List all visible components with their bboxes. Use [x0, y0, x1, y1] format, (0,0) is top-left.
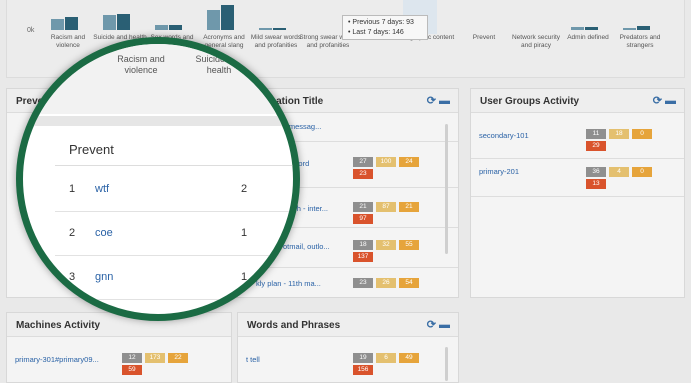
user-group-name[interactable]: primary-201 [479, 167, 519, 176]
minus-icon[interactable]: ▬ [439, 95, 450, 107]
tooltip-previous: • Previous 7 days: 93 [348, 19, 414, 26]
count-badge-yellow: 4 [609, 167, 629, 177]
count-badge-gray: 18 [353, 240, 373, 250]
count-badge-gray: 21 [353, 202, 373, 212]
chart-bar[interactable] [623, 28, 636, 30]
chart-category-label: Network security and piracy [511, 34, 561, 49]
words-panel: Words and Phrases ⟳ ▬ t tell 19 6 49 156 [237, 312, 459, 383]
prevent-row[interactable]: 2 coe 1 [55, 212, 293, 256]
prevent-row[interactable]: 3 gnn 1 [55, 256, 293, 300]
chart-bar[interactable] [585, 27, 598, 30]
prevent-word-link[interactable]: coe [95, 227, 113, 239]
count-badge-red: 13 [586, 179, 606, 189]
count-badge-yellow: 18 [609, 129, 629, 139]
chart-tooltip: • Previous 7 days: 93 • Last 7 days: 146 [342, 15, 428, 40]
chart-bar[interactable] [51, 19, 64, 30]
count-badge-red: 156 [353, 365, 373, 375]
chart-bar[interactable] [103, 15, 116, 30]
magnified-prevent-title: Prevent [55, 134, 293, 166]
count-badge-red: 59 [122, 365, 142, 375]
chart-bar[interactable] [117, 14, 130, 30]
count-badge-orange: 54 [399, 278, 419, 288]
machines-panel-title: Machines Activity [16, 320, 101, 331]
refresh-icon[interactable]: ⟳ [653, 95, 662, 107]
count-badge-orange: 0 [632, 129, 652, 139]
magnifier-divider [23, 116, 293, 126]
count-badge-red: 97 [353, 214, 373, 224]
prevent-rank: 1 [69, 183, 76, 195]
chart-category-label: Admin defined [567, 34, 609, 41]
refresh-icon[interactable]: ⟳ [427, 95, 436, 107]
chart-category-label: Prevent [472, 34, 496, 41]
machine-row[interactable]: primary-301#primary09... 12 173 22 59 [7, 349, 231, 383]
count-badge-gray: 12 [122, 353, 142, 363]
machine-name[interactable]: primary-301#primary09... [15, 355, 99, 364]
count-badge-gray: 27 [353, 157, 373, 167]
user-groups-panel-title: User Groups Activity [480, 96, 580, 107]
prevent-row[interactable]: 1 wtf 2 [55, 168, 293, 212]
prevent-count: 1 [241, 271, 248, 283]
chart-y-axis-label: 0k [27, 27, 35, 34]
count-badge-orange: 55 [399, 240, 419, 250]
count-badge-orange: 49 [399, 353, 419, 363]
chart-bar[interactable] [169, 25, 182, 30]
count-badge-gray: 36 [586, 167, 606, 177]
chart-bar[interactable] [259, 28, 272, 30]
minus-icon[interactable]: ▬ [665, 95, 676, 107]
prevent-rank: 3 [69, 271, 76, 283]
user-groups-panel: User Groups Activity ⟳ ▬ secondary-101 11… [470, 88, 685, 298]
count-badge-orange: 21 [399, 202, 419, 212]
magnifier-chart-area: Racism and violence Suicide and health [23, 44, 293, 114]
count-badge-red: 29 [586, 141, 606, 151]
count-badge-gray: 19 [353, 353, 373, 363]
prevent-rank: 2 [69, 227, 76, 239]
count-badge-orange: 22 [168, 353, 188, 363]
user-group-row[interactable]: primary-201 36 4 0 13 [471, 161, 684, 197]
count-badge-yellow: 173 [145, 353, 165, 363]
user-group-name[interactable]: secondary-101 [479, 131, 529, 140]
chart-bar[interactable] [155, 25, 168, 30]
count-badge-yellow: 26 [376, 278, 396, 288]
chart-category-label: Predators and strangers [619, 34, 661, 49]
count-badge-gray: 11 [586, 129, 606, 139]
application-name[interactable]: ch - inter... [293, 204, 328, 213]
chart-bar[interactable] [273, 28, 286, 30]
machines-panel-header: Machines Activity [7, 313, 231, 337]
prevent-word-link[interactable]: gnn [95, 271, 113, 283]
minus-icon[interactable]: ▬ [439, 319, 450, 331]
magnified-category-label: Racism and violence [117, 54, 165, 75]
application-scrollbar[interactable] [445, 124, 448, 254]
chart-bar[interactable] [571, 27, 584, 30]
prevent-count: 1 [241, 227, 248, 239]
word-row[interactable]: t tell 19 6 49 156 [238, 349, 458, 383]
prevent-count: 2 [241, 183, 248, 195]
count-badge-yellow: 87 [376, 202, 396, 212]
user-groups-panel-header: User Groups Activity ⟳ ▬ [471, 89, 684, 113]
chart-bar[interactable] [221, 5, 234, 30]
chart-bar[interactable] [65, 17, 78, 30]
words-panel-title: Words and Phrases [247, 320, 341, 331]
magnifier-lens: Racism and violence Suicide and health P… [16, 37, 300, 321]
words-scrollbar[interactable] [445, 347, 448, 381]
count-badge-gray: 23 [353, 278, 373, 288]
chart-bar[interactable] [637, 26, 650, 30]
refresh-icon[interactable]: ⟳ [427, 319, 436, 331]
user-group-row[interactable]: secondary-101 11 18 0 29 [471, 123, 684, 159]
count-badge-yellow: 6 [376, 353, 396, 363]
prevent-word-link[interactable]: wtf [95, 183, 109, 195]
machines-panel: Machines Activity primary-301#primary09.… [6, 312, 232, 383]
count-badge-red: 137 [353, 252, 373, 262]
count-badge-orange: 24 [399, 157, 419, 167]
count-badge-orange: 0 [632, 167, 652, 177]
chart-bar[interactable] [207, 10, 220, 30]
words-panel-header: Words and Phrases ⟳ ▬ [238, 313, 458, 337]
count-badge-red: 23 [353, 169, 373, 179]
count-badge-yellow: 100 [376, 157, 396, 167]
magnified-category-label: Suicide and health [195, 54, 243, 75]
tooltip-last: • Last 7 days: 146 [348, 29, 404, 36]
word-name[interactable]: t tell [246, 355, 260, 364]
count-badge-yellow: 32 [376, 240, 396, 250]
